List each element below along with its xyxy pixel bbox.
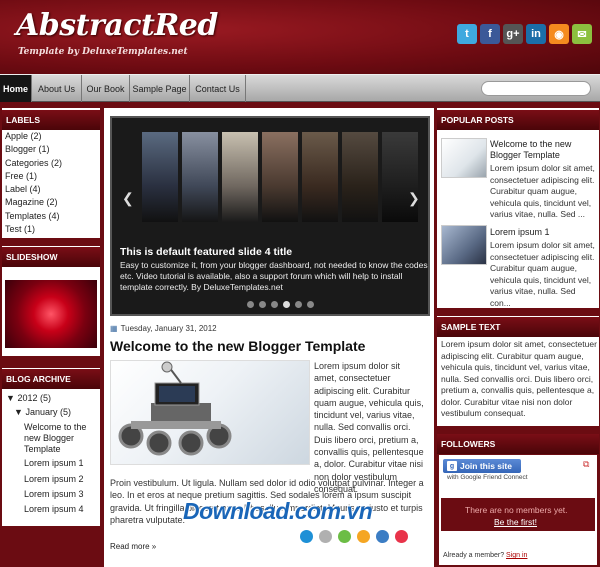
- download-watermark-logo: Download.com.vn: [183, 498, 373, 524]
- slideshow-title: SLIDESHOW: [2, 247, 100, 267]
- nav-item-sample-page[interactable]: Sample Page: [130, 75, 190, 102]
- popular-post-thumbnail[interactable]: [441, 138, 487, 178]
- post-excerpt-side: Lorem ipsum dolor sit amet, consectetuer…: [314, 361, 424, 494]
- slider-dot[interactable]: [295, 301, 302, 308]
- slider-prev-icon[interactable]: ❮: [122, 190, 134, 207]
- popular-post-excerpt: Lorem ipsum dolor sit amet, consectetuer…: [490, 163, 595, 219]
- popular-post-thumbnail[interactable]: [441, 225, 487, 265]
- expand-down-icon[interactable]: ▼: [6, 393, 15, 403]
- read-more-link[interactable]: Read more »: [110, 542, 156, 551]
- linkedin-icon[interactable]: in: [526, 24, 546, 44]
- site-header: AbstractRed Template by DeluxeTemplates.…: [0, 0, 600, 74]
- label-item[interactable]: Categories (2): [5, 157, 62, 170]
- rss-icon[interactable]: ◉: [549, 24, 569, 44]
- rose-slideshow-image[interactable]: [5, 280, 97, 348]
- site-subtitle: Template by DeluxeTemplates.net: [18, 47, 188, 57]
- label-item[interactable]: Test (1): [5, 223, 62, 236]
- archive-year-count: (5): [39, 393, 51, 403]
- slide-description: Easy to customize it, from your blogger …: [120, 260, 428, 292]
- nav-item-home[interactable]: Home: [0, 75, 32, 102]
- share-buttons: [300, 530, 408, 543]
- archive-post[interactable]: Lorem ipsum 3: [24, 489, 84, 499]
- nav-item-about-us[interactable]: About Us: [32, 75, 82, 102]
- label-item[interactable]: Apple (2): [5, 130, 62, 143]
- archive-year-row[interactable]: ▼ 2012 (5): [6, 393, 51, 403]
- slide-thumbnail: [222, 132, 258, 222]
- label-item[interactable]: Magazine (2): [5, 196, 62, 209]
- expand-down-icon[interactable]: ▼: [14, 407, 23, 417]
- nav-item-contact-us[interactable]: Contact Us: [190, 75, 246, 102]
- archive-title: BLOG ARCHIVE: [2, 369, 100, 389]
- slider-pagination: [247, 301, 314, 308]
- slide-title: This is default featured slide 4 title: [120, 246, 293, 258]
- label-item[interactable]: Free (1): [5, 170, 62, 183]
- email-icon[interactable]: ✉: [572, 24, 592, 44]
- site-title[interactable]: AbstractRed: [16, 8, 218, 43]
- archive-month-row[interactable]: ▼ January (5): [14, 407, 71, 417]
- post-title[interactable]: Welcome to the new Blogger Template: [110, 338, 365, 354]
- search-input[interactable]: [481, 81, 591, 96]
- main-navigation: Home About Us Our Book Sample Page Conta…: [0, 74, 600, 102]
- slide-thumbnail: [182, 132, 218, 222]
- sign-in-link[interactable]: Sign in: [506, 552, 527, 559]
- be-first-link[interactable]: Be the first!: [494, 517, 537, 527]
- social-icons: t f g+ in ◉ ✉: [457, 24, 592, 44]
- gfc-label: with Google Friend Connect: [447, 474, 528, 481]
- already-member-text: Already a member?: [443, 552, 505, 559]
- no-members-text: There are no members yet.: [465, 505, 568, 515]
- share-circle-icon[interactable]: [395, 530, 408, 543]
- featured-slider[interactable]: ❮ ❯ This is default featured slide 4 tit…: [110, 116, 430, 316]
- join-site-label: Join this site: [460, 461, 512, 471]
- facebook-icon[interactable]: f: [480, 24, 500, 44]
- popular-posts-title: POPULAR POSTS: [437, 110, 599, 130]
- popular-post-title[interactable]: Welcome to the new Blogger Template: [490, 139, 590, 161]
- expand-icon[interactable]: ⧉: [583, 459, 589, 470]
- slide-thumbnail: [302, 132, 338, 222]
- label-item[interactable]: Label (4): [5, 183, 62, 196]
- popular-post-title[interactable]: Lorem ipsum 1: [490, 227, 550, 237]
- labels-list: Apple (2) Blogger (1) Categories (2) Fre…: [5, 130, 62, 236]
- followers-title: FOLLOWERS: [437, 434, 599, 454]
- slide-thumbnail: [382, 132, 418, 222]
- share-circle-icon[interactable]: [319, 530, 332, 543]
- slider-dot[interactable]: [307, 301, 314, 308]
- label-item[interactable]: Templates (4): [5, 210, 62, 223]
- slider-dot[interactable]: [271, 301, 278, 308]
- archive-post[interactable]: Lorem ipsum 2: [24, 474, 84, 484]
- rover-robot-icon: [118, 361, 232, 456]
- archive-post[interactable]: Welcome to the new Blogger Template: [24, 422, 94, 455]
- share-circle-icon[interactable]: [338, 530, 351, 543]
- share-circle-icon[interactable]: [357, 530, 370, 543]
- google-icon: g: [447, 461, 457, 471]
- archive-post[interactable]: Lorem ipsum 1: [24, 458, 84, 468]
- share-circle-icon[interactable]: [300, 530, 313, 543]
- sample-text-title: SAMPLE TEXT: [437, 317, 599, 337]
- join-site-button[interactable]: g Join this site: [443, 459, 521, 473]
- archive-month-count: (5): [59, 407, 71, 417]
- slider-dot[interactable]: [259, 301, 266, 308]
- post-image[interactable]: [110, 360, 310, 465]
- slide-thumbnail: [342, 132, 378, 222]
- labels-title: LABELS: [2, 110, 100, 130]
- sample-text-body: Lorem ipsum dolor sit amet, consectetuer…: [441, 339, 597, 418]
- popular-post-excerpt: Lorem ipsum dolor sit amet, consectetuer…: [490, 240, 595, 308]
- share-circle-icon[interactable]: [376, 530, 389, 543]
- calendar-icon: ▦: [110, 324, 118, 333]
- slide-thumbnail: [142, 132, 178, 222]
- slide-thumbnail: [262, 132, 298, 222]
- archive-month[interactable]: January: [25, 407, 57, 417]
- label-item[interactable]: Blogger (1): [5, 143, 62, 156]
- archive-post[interactable]: Lorem ipsum 4: [24, 504, 84, 514]
- twitter-icon[interactable]: t: [457, 24, 477, 44]
- google-plus-icon[interactable]: g+: [503, 24, 523, 44]
- slider-dot-active[interactable]: [283, 301, 290, 308]
- post-date: ▦ Tuesday, January 31, 2012: [110, 324, 217, 333]
- slider-next-icon[interactable]: ❯: [408, 190, 420, 207]
- archive-year[interactable]: 2012: [17, 393, 37, 403]
- already-member-row: Already a member? Sign in: [443, 552, 527, 559]
- post-date-text: Tuesday, January 31, 2012: [120, 324, 217, 333]
- nav-item-our-book[interactable]: Our Book: [82, 75, 130, 102]
- slider-dot[interactable]: [247, 301, 254, 308]
